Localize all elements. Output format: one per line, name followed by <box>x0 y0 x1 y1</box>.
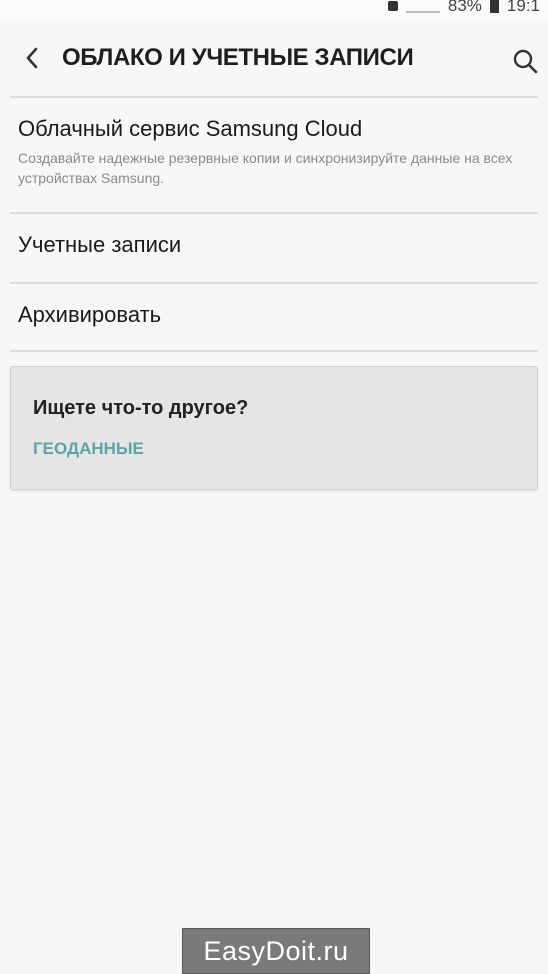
item-divider <box>10 350 538 352</box>
battery-icon <box>489 0 499 13</box>
suggestion-card: Ищете что-то другое? ГЕОДАННЫЕ <box>10 366 538 490</box>
status-time: 19:1 <box>506 0 540 15</box>
samsung-cloud-title: Облачный сервис Samsung Cloud <box>18 116 363 141</box>
search-icon <box>513 49 538 74</box>
watermark: EasyDoit.ru <box>182 928 370 974</box>
samsung-cloud-description: Создавайте надежные резервные копии и си… <box>18 150 513 186</box>
signal-icon <box>405 0 440 13</box>
backup-title: Архивировать <box>18 302 162 327</box>
header-divider <box>10 96 538 98</box>
backup-item[interactable]: Архивировать <box>18 302 530 328</box>
battery-percent: 83% <box>447 0 482 15</box>
app-header: ОБЛАКО И УЧЕТНЫЕ ЗАПИСИ <box>0 22 548 96</box>
samsung-cloud-item[interactable]: Облачный сервис Samsung Cloud Создавайте… <box>18 116 530 188</box>
back-button[interactable] <box>14 40 50 76</box>
geodata-link[interactable]: ГЕОДАННЫЕ <box>33 439 144 459</box>
accounts-item[interactable]: Учетные записи <box>18 232 530 258</box>
item-divider <box>10 282 538 284</box>
status-icons: 83% 19:1 <box>387 0 540 16</box>
suggestion-title: Ищете что-то другое? <box>33 397 249 419</box>
notification-icon <box>387 1 398 11</box>
page-title: ОБЛАКО И УЧЕТНЫЕ ЗАПИСИ <box>62 44 414 71</box>
search-button[interactable] <box>508 44 542 78</box>
accounts-title: Учетные записи <box>18 232 182 257</box>
item-divider <box>10 212 538 214</box>
chevron-left-icon <box>26 47 38 69</box>
status-bar: 83% 19:1 <box>0 0 548 22</box>
